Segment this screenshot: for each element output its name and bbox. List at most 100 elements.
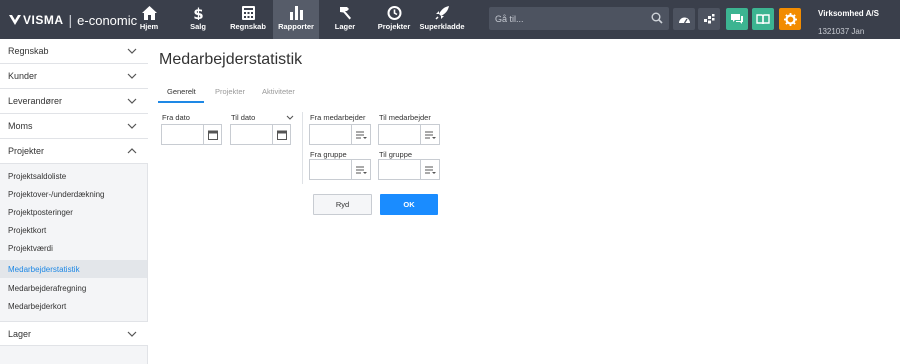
- sidebar-item-projektsaldoliste[interactable]: Projektsaldoliste: [0, 167, 147, 185]
- rocket-icon: [434, 6, 449, 20]
- tab-projekter[interactable]: Projekter: [215, 87, 245, 96]
- nav-salg[interactable]: $ Salg: [182, 0, 214, 39]
- visma-mark-icon: [9, 15, 21, 25]
- help-book-button[interactable]: [752, 8, 774, 30]
- search-input[interactable]: [489, 7, 644, 30]
- nav-regnskab[interactable]: Regnskab: [227, 0, 269, 39]
- chevron-down-icon: [127, 73, 137, 79]
- tab-aktiviteter[interactable]: Aktiviteter: [262, 87, 295, 96]
- page-title: Medarbejderstatistik: [159, 51, 303, 68]
- list-lookup-icon: [355, 165, 367, 174]
- dollar-icon: $: [193, 6, 203, 20]
- nav-rapporter[interactable]: Rapporter: [273, 0, 319, 39]
- logo-product: e-conomic: [77, 12, 138, 28]
- from-date-calendar-button[interactable]: [203, 125, 221, 144]
- search-icon[interactable]: [651, 12, 663, 24]
- sidebar-item-label: Medarbejderafregning: [8, 283, 87, 293]
- sidebar-item-label: Projektværdi: [8, 243, 53, 253]
- to-group-field[interactable]: [378, 159, 440, 180]
- to-group-label: Til gruppe: [379, 150, 413, 159]
- list-lookup-icon: [424, 130, 436, 139]
- sidebar-item-projektkort[interactable]: Projektkort: [0, 221, 147, 239]
- visma-logo[interactable]: VISMA | e-conomic: [9, 12, 137, 28]
- sidebar-section-regnskab[interactable]: Regnskab: [0, 39, 148, 64]
- ok-button[interactable]: OK: [380, 194, 438, 215]
- from-date-field[interactable]: [161, 124, 222, 145]
- to-employee-lookup-button[interactable]: [420, 125, 439, 144]
- nav-label: Rapporter: [278, 22, 314, 31]
- from-group-field[interactable]: [309, 159, 371, 180]
- sidebar-item-label: Projektposteringer: [8, 207, 73, 217]
- logo-separator: |: [68, 12, 73, 28]
- to-date-field[interactable]: [230, 124, 291, 145]
- sidebar: Regnskab Kunder Leverandører Moms Projek…: [0, 39, 148, 364]
- chat-button[interactable]: [726, 8, 748, 30]
- nav-label: Salg: [190, 22, 206, 31]
- form-divider: [302, 112, 303, 184]
- tab-generelt[interactable]: Generelt: [167, 87, 196, 96]
- top-navigation-bar: VISMA | e-conomic Hjem $ Salg Regnskab R…: [0, 0, 900, 39]
- sidebar-section-moms[interactable]: Moms: [0, 114, 148, 139]
- apps-icon: [704, 14, 715, 24]
- chevron-down-icon: [127, 98, 137, 104]
- sidebar-section-kunder[interactable]: Kunder: [0, 64, 148, 89]
- chevron-down-icon: [127, 48, 137, 54]
- nav-lager[interactable]: Lager: [330, 0, 360, 39]
- chat-icon: [731, 14, 743, 24]
- bar-chart-icon: [289, 6, 303, 20]
- svg-text:$: $: [193, 6, 203, 20]
- nav-label: Superkladde: [419, 22, 465, 31]
- reset-button[interactable]: Ryd: [313, 194, 372, 215]
- from-employee-field[interactable]: [309, 124, 371, 145]
- nav-projekter[interactable]: Projekter: [375, 0, 413, 39]
- settings-button[interactable]: [779, 8, 801, 30]
- sidebar-section-projekter[interactable]: Projekter: [0, 139, 148, 164]
- sidebar-item-projektposteringer[interactable]: Projektposteringer: [0, 203, 147, 221]
- calendar-icon: [207, 130, 218, 140]
- sidebar-item-projektvaerdi[interactable]: Projektværdi: [0, 239, 147, 257]
- nav-superkladde[interactable]: Superkladde: [419, 0, 465, 39]
- sidebar-section-label: Regnskab: [8, 46, 49, 56]
- sidebar-section-label: Projekter: [8, 146, 45, 156]
- nav-label: Regnskab: [230, 22, 266, 31]
- to-group-lookup-button[interactable]: [420, 160, 439, 179]
- book-icon: [756, 13, 770, 24]
- sidebar-section-label: Leverandører: [8, 96, 63, 106]
- ledger-icon: [241, 6, 255, 20]
- from-group-lookup-button[interactable]: [351, 160, 370, 179]
- active-tab-indicator: [158, 101, 204, 103]
- company-info[interactable]: Virksomhed A/S 1321037 Jan: [818, 9, 879, 36]
- from-employee-lookup-button[interactable]: [351, 125, 370, 144]
- logo-brand: VISMA: [23, 13, 64, 27]
- clock-icon: [387, 6, 401, 20]
- from-group-label: Fra gruppe: [310, 150, 347, 159]
- sidebar-section-label: Kunder: [8, 71, 38, 81]
- search-box: [489, 7, 669, 30]
- calendar-icon: [276, 130, 287, 140]
- sidebar-item-label: Medarbejderstatistik: [8, 264, 80, 274]
- sidebar-section-lager[interactable]: Lager: [0, 321, 148, 346]
- company-user: 1321037 Jan: [818, 26, 865, 36]
- nav-label: Hjem: [139, 22, 159, 31]
- chevron-down-icon: [127, 331, 137, 337]
- sidebar-item-medarbejderkort[interactable]: Medarbejderkort: [0, 297, 147, 315]
- sidebar-item-label: Projektkort: [8, 225, 47, 235]
- company-name: Virksomhed A/S: [818, 9, 879, 18]
- sidebar-item-medarbejderstatistik[interactable]: Medarbejderstatistik: [0, 260, 147, 278]
- settings-icon: [783, 12, 797, 26]
- hammer-icon: [339, 7, 351, 20]
- sidebar-item-medarbejderafregning[interactable]: Medarbejderafregning: [0, 279, 147, 297]
- sidebar-section-label: Moms: [8, 121, 33, 131]
- to-date-calendar-button[interactable]: [272, 125, 290, 144]
- chevron-down-icon[interactable]: [286, 115, 294, 120]
- sidebar-section-leverandorer[interactable]: Leverandører: [0, 89, 148, 114]
- sidebar-section-label: Lager: [8, 328, 32, 339]
- to-employee-field[interactable]: [378, 124, 440, 145]
- chevron-down-icon: [127, 123, 137, 129]
- dashboard-icon: [678, 17, 690, 23]
- sidebar-item-label: Projektover-/underdækning: [8, 189, 105, 199]
- sidebar-item-projektover-underdaekning[interactable]: Projektover-/underdækning: [0, 185, 147, 203]
- apps-button[interactable]: [698, 8, 720, 30]
- dashboard-button[interactable]: [673, 8, 695, 30]
- nav-hjem[interactable]: Hjem: [133, 0, 165, 39]
